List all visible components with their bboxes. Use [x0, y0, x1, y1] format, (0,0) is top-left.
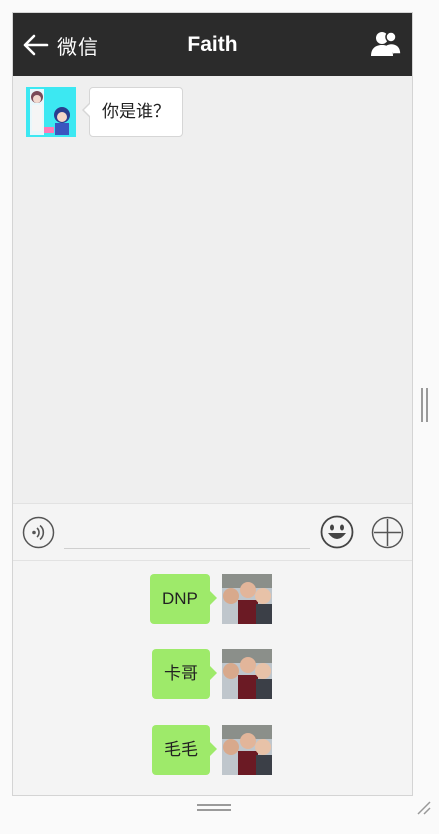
incoming-message: 你是谁？	[26, 87, 183, 137]
plus-icon	[371, 516, 404, 549]
phone-frame: 微信 Faith 你是谁？ DNP 卡哥 毛毛	[12, 12, 413, 796]
quick-reply-panel: DNP 卡哥 毛毛	[13, 561, 412, 795]
user-avatar	[222, 725, 272, 775]
voice-button[interactable]	[22, 516, 55, 549]
resize-grip-icon[interactable]	[416, 800, 432, 816]
message-input[interactable]	[64, 518, 310, 549]
people-icon	[371, 31, 402, 56]
emoji-icon	[320, 515, 354, 549]
horizontal-resize-handle[interactable]	[197, 803, 231, 813]
outgoing-bubble: DNP	[150, 574, 217, 624]
user-avatar	[222, 649, 272, 699]
outgoing-bubble: 卡哥	[152, 649, 217, 699]
quick-reply-dnp[interactable]: DNP	[150, 574, 272, 624]
quick-reply-kage[interactable]: 卡哥	[152, 649, 272, 699]
chat-area[interactable]: 你是谁？	[13, 76, 412, 503]
vertical-resize-handle[interactable]	[421, 388, 429, 422]
user-avatar	[221, 574, 272, 624]
anime-avatar-image	[26, 87, 76, 137]
contacts-button[interactable]	[370, 29, 402, 61]
title-bar: 微信 Faith	[13, 13, 412, 76]
input-bar	[13, 503, 412, 561]
chat-title: Faith	[187, 33, 238, 56]
contact-avatar[interactable]	[26, 87, 76, 137]
emoji-button[interactable]	[320, 515, 354, 549]
more-button[interactable]	[371, 516, 404, 549]
outgoing-bubble: 毛毛	[152, 725, 217, 775]
voice-icon	[22, 516, 55, 549]
quick-reply-maomao[interactable]: 毛毛	[152, 725, 272, 775]
incoming-bubble: 你是谁？	[82, 87, 183, 137]
